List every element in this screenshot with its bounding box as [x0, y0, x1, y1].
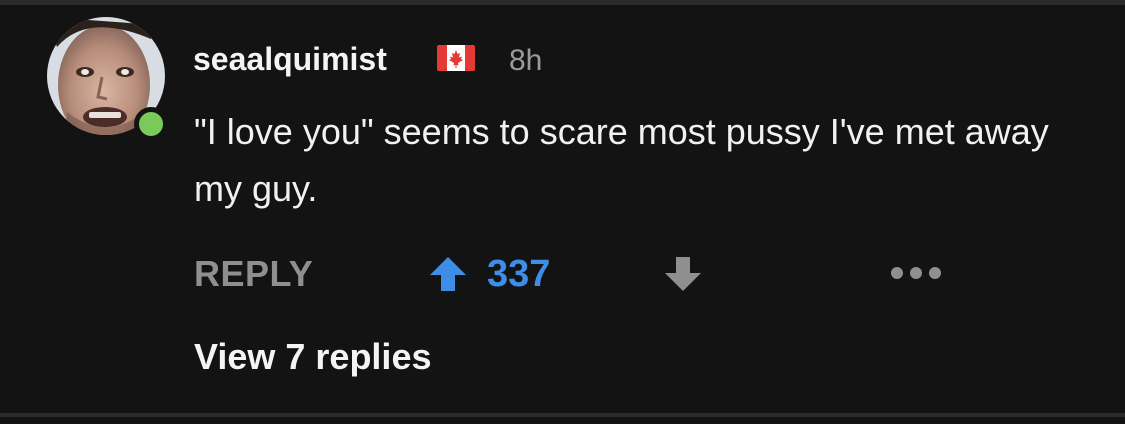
online-status-dot: [134, 107, 168, 141]
comment-body: "I love you" seems to scare most pussy I…: [194, 111, 1049, 209]
username[interactable]: seaalquimist: [193, 39, 387, 79]
arrow-up-icon[interactable]: [428, 255, 468, 293]
avatar[interactable]: [47, 17, 168, 141]
vote-count: 337: [487, 253, 551, 295]
top-divider: [0, 0, 1125, 5]
view-replies-link[interactable]: View 7 replies: [194, 335, 431, 379]
canada-flag-icon: [437, 45, 475, 71]
ellipsis-icon[interactable]: [887, 262, 945, 284]
reply-button[interactable]: REPLY: [194, 252, 313, 296]
arrow-down-icon[interactable]: [663, 255, 703, 293]
timestamp: 8h: [509, 44, 543, 77]
bottom-divider: [0, 413, 1125, 417]
